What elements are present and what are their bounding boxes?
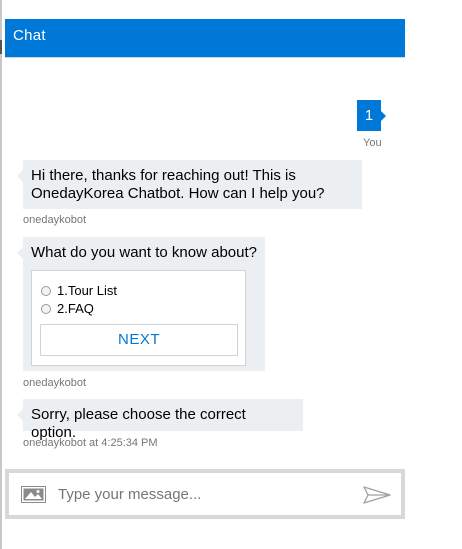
option-label: 1.Tour List — [57, 283, 117, 298]
header-divider — [5, 57, 405, 58]
bot-choice-question: What do you want to know about? — [31, 244, 257, 261]
radio-button[interactable] — [41, 304, 51, 314]
bot-choice-bubble: What do you want to know about? 1.Tour L… — [17, 237, 265, 371]
option-label: 2.FAQ — [57, 301, 94, 316]
option-faq[interactable]: 2.FAQ — [41, 300, 94, 318]
chat-header: Chat — [5, 19, 405, 57]
message-input[interactable] — [58, 483, 338, 505]
bot-greeting-bubble: Hi there, thanks for reaching out! This … — [17, 160, 362, 209]
choice-card: 1.Tour List 2.FAQ NEXT — [31, 270, 246, 366]
user-message-bubble: 1 — [357, 100, 386, 131]
bot-greeting-text: Hi there, thanks for reaching out! This … — [31, 167, 325, 202]
message-composer — [5, 469, 405, 519]
bot-choice-sender: onedaykobot — [23, 377, 86, 389]
window-edge — [0, 0, 2, 549]
chat-title: Chat — [13, 27, 46, 44]
bot-greeting-sender: onedaykobot — [23, 214, 86, 226]
user-message-sender: You — [363, 137, 382, 149]
bot-error-bubble: Sorry, please choose the correct option. — [17, 399, 303, 441]
window-edge-handle — [0, 40, 2, 54]
next-button[interactable]: NEXT — [40, 324, 238, 356]
send-icon[interactable] — [363, 486, 391, 504]
bot-error-text: Sorry, please choose the correct option. — [31, 406, 246, 441]
chat-window: Chat 1 You Hi there, thanks for reaching… — [5, 0, 405, 549]
user-message-text: 1 — [364, 107, 374, 124]
bot-error-sender: onedaykobot at 4:25:34 PM — [23, 437, 158, 449]
radio-button[interactable] — [41, 286, 51, 296]
image-icon[interactable] — [21, 486, 46, 503]
option-tour-list[interactable]: 1.Tour List — [41, 282, 117, 300]
